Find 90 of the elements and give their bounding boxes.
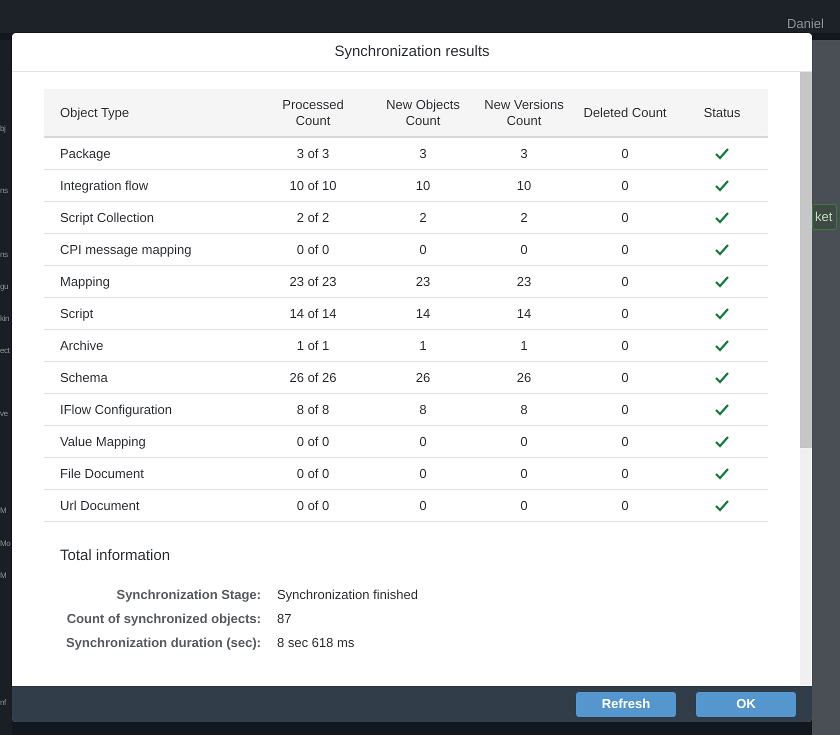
sidebar-item[interactable]: nf <box>0 698 6 708</box>
sidebar-item[interactable]: ve <box>0 409 8 419</box>
dialog-button[interactable]: Refresh <box>576 692 676 716</box>
table-cell-text: Url Document <box>60 496 140 515</box>
dialog-button[interactable]: OK <box>696 692 796 716</box>
table-cell-text: 0 <box>419 496 427 515</box>
table-cell-text: 0 <box>419 464 427 483</box>
sidebar-item[interactable]: ns <box>0 250 8 260</box>
table-cell-text: Archive <box>60 336 104 355</box>
table-cell-text: 23 <box>516 272 532 291</box>
table-cell-text: 0 of 0 <box>296 240 330 259</box>
table-cell-text: 26 <box>516 368 532 387</box>
table-cell-text: 0 <box>621 240 629 259</box>
sidebar-item[interactable]: kin <box>0 314 10 324</box>
sidebar-item[interactable]: bj <box>0 124 6 134</box>
table-cell-text: 10 <box>516 176 532 195</box>
table-cell-text: 1 <box>520 336 528 355</box>
table-cell-text: 0 <box>520 240 528 259</box>
dialog-title: Synchronization results <box>334 42 490 62</box>
table-cell-text: 0 <box>621 144 629 163</box>
table-cell-text: IFlow Configuration <box>60 400 172 419</box>
sidebar-item[interactable]: Mo <box>0 539 10 549</box>
table-cell-text: 0 <box>520 496 528 515</box>
column-header: New Objects Count <box>385 96 461 128</box>
table-cell-text: Package <box>60 144 111 163</box>
table-cell-text: 8 <box>520 400 528 419</box>
table-cell-text: 0 <box>621 176 629 195</box>
sidebar-item[interactable]: M <box>0 506 6 516</box>
sidebar-item[interactable]: ns <box>0 186 8 196</box>
field-value: 87 <box>277 610 292 628</box>
field-value: Synchronization finished <box>277 586 418 604</box>
table-cell-text: 0 of 0 <box>296 464 330 483</box>
table-cell-text: 0 <box>419 240 427 259</box>
table-cell-text: 8 of 8 <box>296 400 330 419</box>
table-cell-text: 0 <box>621 496 629 515</box>
column-header: Processed Count <box>281 96 345 128</box>
table-cell-text: 1 of 1 <box>296 336 330 355</box>
table-cell-text: 14 <box>516 304 532 323</box>
table-cell-text: 2 of 2 <box>296 208 330 227</box>
table-cell-text: 0 <box>621 208 629 227</box>
table-cell-text: 0 <box>621 464 629 483</box>
column-header: Object Type <box>60 104 130 120</box>
table-cell-text: Script <box>60 304 94 323</box>
table-cell-text: 0 <box>520 464 528 483</box>
user-name: Daniel <box>787 15 824 33</box>
table-cell-text: 1 <box>419 336 427 355</box>
column-header: New Versions Count <box>483 96 565 128</box>
sidebar-item[interactable]: M <box>0 571 6 581</box>
table-cell-text: 0 <box>520 432 528 451</box>
table-cell-text: 3 <box>520 144 528 163</box>
background-button[interactable]: ket <box>812 204 838 230</box>
section-title: Total information <box>60 546 172 566</box>
table-cell-text: 8 <box>419 400 427 419</box>
table-cell-text: 23 <box>416 272 430 291</box>
table-cell-text: 0 <box>621 304 629 323</box>
sidebar-item[interactable]: gu <box>0 282 8 292</box>
table-cell-text: 0 <box>621 336 629 355</box>
table-cell-text: 26 <box>416 368 430 387</box>
table-cell-text: CPI message mapping <box>60 240 192 259</box>
table-cell-text: File Document <box>60 464 144 483</box>
table-cell-text: 14 <box>416 304 430 323</box>
table-cell-text: 23 of 23 <box>290 272 336 291</box>
table-cell-text: 0 <box>419 432 427 451</box>
table-cell-text: 26 of 26 <box>290 368 336 387</box>
scrollbar-thumb[interactable] <box>800 72 812 448</box>
table-cell-text: 10 <box>416 176 430 195</box>
field-label: Synchronization duration (sec): <box>66 634 261 652</box>
table-cell-text: 0 <box>621 368 629 387</box>
table-cell-text: 3 <box>419 144 427 163</box>
column-header: Deleted Count <box>582 104 668 120</box>
table-cell-text: 0 of 0 <box>296 496 330 515</box>
table-cell-text: Schema <box>60 368 108 387</box>
table-cell-text: 10 of 10 <box>290 176 336 195</box>
table-cell-text: 0 <box>621 432 629 451</box>
table-cell-text: 2 <box>520 208 528 227</box>
table-cell-text: Script Collection <box>60 208 154 227</box>
table-cell-text: Integration flow <box>60 176 148 195</box>
table-cell-text: 0 <box>621 400 629 419</box>
field-value: 8 sec 618 ms <box>277 634 354 652</box>
table-cell-text: 3 of 3 <box>296 144 330 163</box>
table-cell-text: Value Mapping <box>60 432 146 451</box>
field-label: Synchronization Stage: <box>116 586 261 604</box>
sidebar-item[interactable]: ect <box>0 346 10 356</box>
table-cell-text: 2 <box>419 208 427 227</box>
table-cell-text: 0 of 0 <box>296 432 330 451</box>
field-label: Count of synchronized objects: <box>66 610 261 628</box>
table-cell-text: 14 of 14 <box>290 304 336 323</box>
column-header: Status <box>702 104 742 120</box>
table-cell-text: Mapping <box>60 272 110 291</box>
table-cell-text: 0 <box>621 272 629 291</box>
